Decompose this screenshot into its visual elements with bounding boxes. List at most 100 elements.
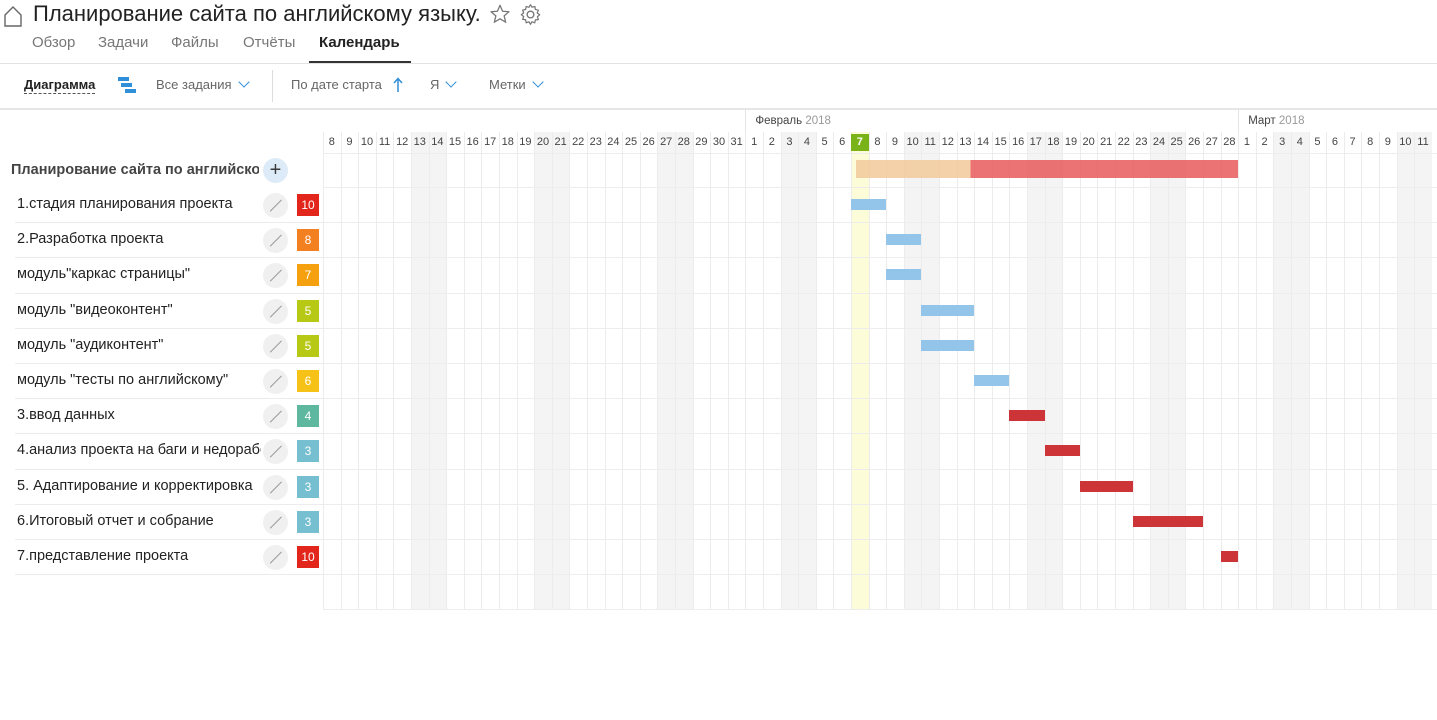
tab-calendar[interactable]: Календарь bbox=[319, 34, 400, 51]
edit-pencil-icon[interactable] bbox=[263, 545, 288, 570]
day-label: 6 bbox=[839, 136, 846, 148]
task-bar[interactable] bbox=[851, 199, 887, 210]
edit-pencil-icon[interactable] bbox=[263, 439, 288, 465]
day-label: 9 bbox=[346, 136, 353, 148]
task-filter-label: Все задания bbox=[156, 77, 232, 92]
header-bottom-line bbox=[323, 153, 1437, 154]
edit-pencil-icon[interactable] bbox=[263, 298, 288, 324]
task-bar[interactable] bbox=[974, 375, 1010, 386]
chevron-down-icon bbox=[445, 76, 458, 88]
tab-tasks[interactable]: Задачи bbox=[98, 34, 148, 51]
project-summary-bar[interactable] bbox=[856, 160, 1239, 178]
edit-pencil-icon[interactable] bbox=[263, 474, 288, 500]
task-filter-dropdown[interactable]: Все задания bbox=[156, 76, 250, 92]
day-label: 4 bbox=[803, 136, 811, 148]
priority-badge[interactable]: 7 bbox=[297, 264, 319, 287]
task-bar[interactable] bbox=[921, 339, 975, 351]
gantt-row-line bbox=[323, 539, 1437, 540]
priority-badge[interactable]: 8 bbox=[297, 229, 319, 252]
task-bar[interactable] bbox=[1009, 410, 1045, 422]
edit-pencil-icon[interactable] bbox=[263, 193, 288, 218]
month-separator bbox=[745, 110, 747, 132]
priority-badge[interactable]: 10 bbox=[297, 546, 319, 568]
gantt-icon[interactable] bbox=[117, 76, 137, 94]
task-name[interactable]: модуль "аудиконтент" bbox=[17, 337, 261, 353]
view-mode-toggle[interactable]: Диаграмма bbox=[24, 77, 96, 94]
project-name[interactable]: Планирование сайта по английскому языку. bbox=[11, 162, 259, 178]
chevron-down-icon bbox=[237, 76, 250, 88]
task-name[interactable]: 1.стадия планирования проекта bbox=[17, 196, 261, 212]
tab-overview[interactable]: Обзор bbox=[32, 34, 75, 51]
day-label: 23 bbox=[1135, 136, 1148, 148]
row-divider bbox=[15, 574, 323, 576]
task-bar[interactable] bbox=[886, 269, 922, 281]
task-bar[interactable] bbox=[1220, 551, 1239, 562]
task-name[interactable]: модуль "тесты по английскому" bbox=[17, 372, 261, 388]
priority-badge[interactable]: 5 bbox=[297, 334, 319, 357]
priority-badge[interactable]: 6 bbox=[297, 370, 319, 392]
star-icon[interactable] bbox=[489, 3, 511, 25]
task-name[interactable]: модуль"каркас страницы" bbox=[17, 266, 261, 282]
user-filter-dropdown[interactable]: Я bbox=[430, 76, 458, 92]
day-label: 20 bbox=[536, 136, 550, 148]
row-divider bbox=[15, 363, 323, 364]
edit-pencil-icon[interactable] bbox=[263, 509, 288, 535]
day-label: 10 bbox=[360, 136, 374, 148]
task-bar[interactable] bbox=[1079, 480, 1133, 492]
gantt-row-line bbox=[323, 187, 1437, 188]
day-label: 25 bbox=[1170, 136, 1183, 148]
priority-badge[interactable]: 5 bbox=[297, 299, 319, 322]
priority-badge[interactable]: 3 bbox=[297, 475, 319, 498]
arrow-up-icon[interactable] bbox=[392, 77, 404, 93]
day-label: 3 bbox=[786, 136, 793, 148]
tab-reports[interactable]: Отчёты bbox=[243, 34, 295, 51]
day-label: 21 bbox=[554, 136, 567, 148]
day-label: 24 bbox=[607, 136, 620, 148]
gear-icon[interactable] bbox=[519, 3, 542, 26]
edit-pencil-icon[interactable] bbox=[263, 228, 288, 254]
add-task-button[interactable]: + bbox=[263, 158, 288, 183]
task-name[interactable]: 3.ввод данных bbox=[17, 407, 261, 423]
day-label: 26 bbox=[642, 136, 655, 148]
task-bar[interactable] bbox=[1132, 515, 1203, 527]
home-icon[interactable] bbox=[3, 5, 23, 27]
task-name[interactable]: 4.анализ проекта на баги и недоработки bbox=[17, 442, 261, 458]
task-name[interactable]: 6.Итоговый отчет и собрание bbox=[17, 513, 261, 529]
priority-badge[interactable]: 3 bbox=[297, 510, 319, 533]
priority-badge[interactable]: 3 bbox=[297, 440, 319, 463]
gantt-row-line bbox=[323, 503, 1437, 505]
gantt-chart: 8 9 10 11 12 13 14 15 16 17 18 19 20 21 22 23 24 25 26 27 28… bbox=[323, 110, 1437, 612]
day-label: 31 bbox=[730, 136, 743, 148]
day-label: 2 bbox=[1261, 136, 1268, 148]
sort-dropdown[interactable]: По дате старта bbox=[291, 77, 382, 92]
edit-pencil-icon[interactable] bbox=[263, 404, 288, 430]
tab-files[interactable]: Файлы bbox=[171, 34, 219, 51]
row-divider bbox=[15, 503, 323, 505]
task-name[interactable]: 5. Адаптирование и корректировка bbox=[17, 478, 261, 494]
task-bar[interactable] bbox=[886, 234, 922, 246]
edit-pencil-icon[interactable] bbox=[263, 333, 288, 359]
day-label: 9 bbox=[1384, 136, 1391, 148]
day-label: 4 bbox=[1296, 136, 1303, 148]
priority-badge[interactable]: 10 bbox=[297, 194, 319, 216]
task-bar[interactable] bbox=[921, 304, 975, 316]
user-filter-label: Я bbox=[430, 77, 440, 92]
task-name[interactable]: модуль "видеоконтент" bbox=[17, 302, 261, 318]
priority-badge[interactable]: 4 bbox=[297, 405, 319, 428]
task-name[interactable]: 7.представление проекта bbox=[17, 548, 261, 564]
row-divider bbox=[15, 327, 323, 329]
task-name[interactable]: 2.Разработка проекта bbox=[17, 231, 261, 247]
gantt-row-line bbox=[323, 257, 1437, 259]
day-label: 11 bbox=[378, 136, 391, 148]
page-title: Планирование сайта по английскому языку. bbox=[33, 1, 481, 26]
edit-pencil-icon[interactable] bbox=[263, 263, 288, 289]
day-label: 21 bbox=[1100, 136, 1113, 148]
day-label: 17 bbox=[1029, 136, 1042, 148]
day-label: 6 bbox=[1331, 136, 1339, 148]
day-label: 12 bbox=[396, 136, 409, 148]
day-label: 10 bbox=[906, 136, 919, 148]
month-name: Февраль bbox=[755, 115, 803, 127]
task-bar[interactable] bbox=[1044, 445, 1080, 457]
edit-pencil-icon[interactable] bbox=[263, 369, 288, 394]
tags-dropdown[interactable]: Метки bbox=[489, 76, 544, 92]
